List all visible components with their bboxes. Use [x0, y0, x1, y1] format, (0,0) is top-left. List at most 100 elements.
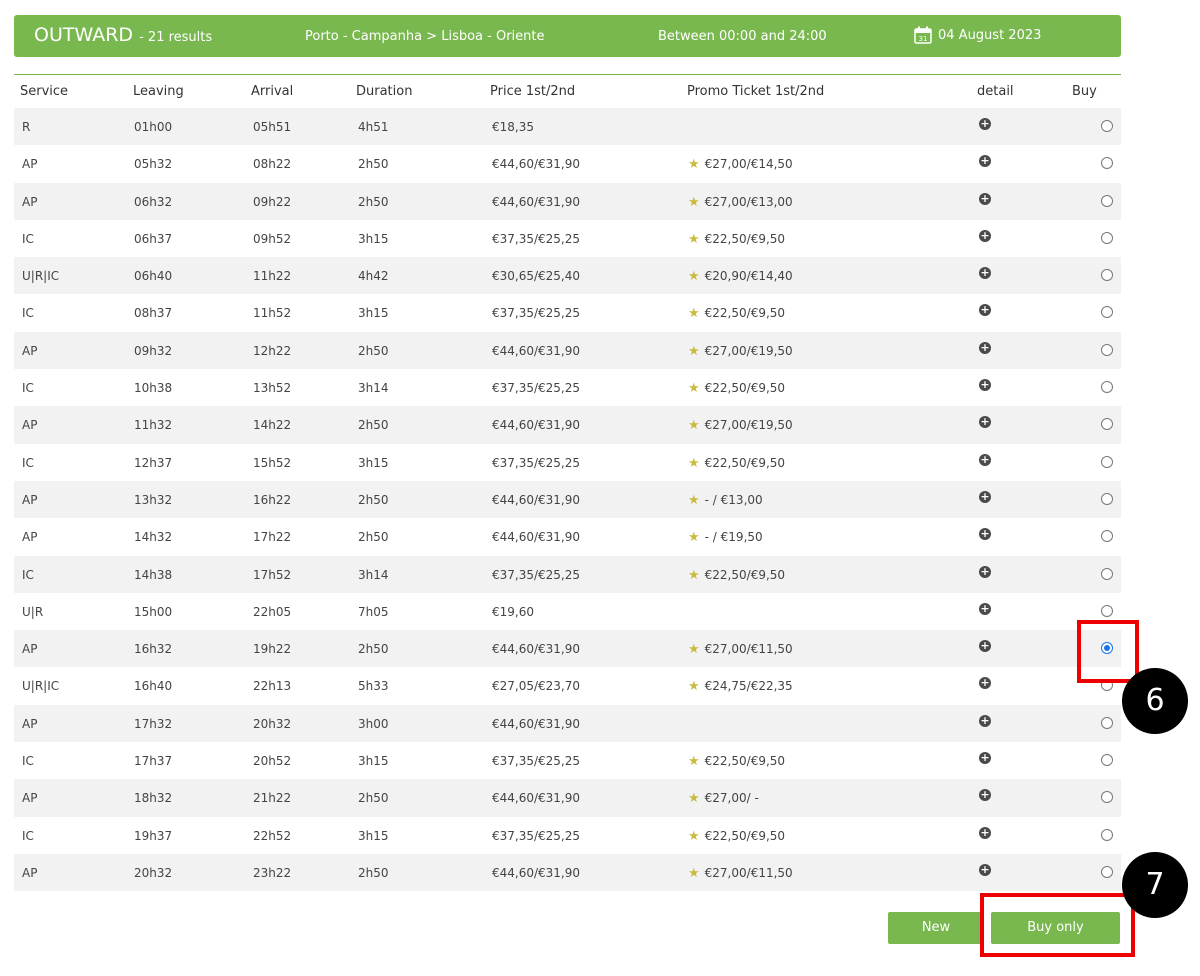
- cell-arrival: 22h05: [253, 604, 292, 619]
- plus-circle-icon[interactable]: +: [979, 416, 991, 429]
- star-icon: ★: [688, 492, 700, 508]
- plus-circle-icon[interactable]: +: [979, 304, 991, 317]
- cell-leaving: 13h32: [134, 492, 173, 507]
- col-price: Price 1st/2nd: [490, 84, 576, 99]
- cell-arrival: 19h22: [253, 642, 292, 657]
- promo-price: €22,50/€9,50: [704, 455, 786, 470]
- plus-circle-icon[interactable]: +: [979, 267, 991, 280]
- cell-arrival: 21h22: [253, 791, 292, 806]
- cell-service: IC: [22, 381, 34, 396]
- col-duration: Duration: [356, 84, 413, 99]
- cell-leaving: 20h32: [134, 865, 173, 880]
- plus-circle-icon[interactable]: +: [979, 155, 991, 168]
- buy-radio[interactable]: [1101, 455, 1113, 468]
- cell-promo: ★ €22,50/€9,50: [688, 456, 785, 471]
- buy-radio[interactable]: [1101, 194, 1113, 207]
- col-buy: Buy: [1072, 84, 1097, 99]
- cell-promo: ★ €24,75/€22,35: [688, 679, 793, 694]
- table-row: AP 16h32 19h22 2h50 €44,60/€31,90 ★ €27,00/€11…: [14, 630, 1121, 668]
- cell-duration: 2h50: [358, 492, 389, 507]
- plus-circle-icon[interactable]: +: [979, 229, 991, 242]
- direction-title: OUTWARD - 21 results: [34, 24, 212, 46]
- plus-circle-icon[interactable]: +: [979, 752, 991, 765]
- star-icon: ★: [688, 343, 700, 359]
- cell-duration: 3h15: [358, 828, 389, 843]
- plus-circle-icon[interactable]: +: [979, 379, 991, 392]
- plus-circle-icon[interactable]: +: [979, 528, 991, 541]
- buy-radio[interactable]: [1101, 716, 1113, 729]
- buy-radio[interactable]: [1101, 157, 1113, 170]
- buy-radio[interactable]: [1101, 306, 1113, 319]
- cell-arrival: 16h22: [253, 492, 292, 507]
- cell-duration: 2h50: [358, 642, 389, 657]
- buy-radio[interactable]: [1101, 343, 1113, 356]
- table-row: IC 19h37 22h52 3h15 €37,35/€25,25 ★ €22,50/€9,…: [14, 817, 1121, 854]
- cell-price: €18,35: [492, 120, 534, 134]
- star-icon: ★: [688, 530, 700, 546]
- plus-circle-icon[interactable]: +: [979, 602, 991, 615]
- cell-duration: 3h15: [358, 455, 389, 470]
- buy-radio[interactable]: [1101, 604, 1113, 617]
- table-row: AP 05h32 08h22 2h50 €44,60/€31,90 ★ €27,00/€14…: [14, 145, 1121, 182]
- plus-circle-icon[interactable]: +: [979, 863, 991, 876]
- table-row: IC 08h37 11h52 3h15 €37,35/€25,25 ★ €22,50/€9,…: [14, 294, 1121, 331]
- cell-promo: ★ €27,00/€14,50: [688, 157, 793, 172]
- buy-radio[interactable]: [1101, 269, 1113, 282]
- buy-radio[interactable]: [1101, 791, 1113, 804]
- promo-price: €27,00/€14,50: [704, 157, 793, 172]
- buy-radio[interactable]: [1101, 492, 1113, 505]
- cell-arrival: 15h52: [253, 455, 292, 470]
- cell-promo: ★ €22,50/€9,50: [688, 381, 785, 396]
- buy-radio[interactable]: [1101, 530, 1113, 543]
- plus-circle-icon[interactable]: +: [979, 677, 991, 690]
- plus-circle-icon[interactable]: +: [979, 341, 991, 354]
- cell-promo: ★ €27,00/€19,50: [688, 418, 793, 433]
- cell-promo: ★ €27,00/€11,50: [688, 866, 793, 881]
- star-icon: ★: [688, 679, 700, 695]
- plus-circle-icon[interactable]: +: [979, 453, 991, 466]
- cell-promo: ★ €22,50/€9,50: [688, 829, 785, 844]
- plus-circle-icon[interactable]: +: [979, 789, 991, 802]
- cell-duration: 3h15: [358, 306, 389, 321]
- buy-radio[interactable]: [1101, 754, 1113, 767]
- new-search-button[interactable]: New search: [888, 912, 984, 967]
- buy-radio[interactable]: [1101, 120, 1113, 132]
- cell-duration: 2h50: [358, 157, 389, 172]
- plus-circle-icon[interactable]: +: [979, 118, 991, 130]
- cell-service: IC: [22, 567, 34, 582]
- buy-radio[interactable]: [1101, 865, 1113, 878]
- cell-leaving: 05h32: [134, 157, 173, 172]
- cell-service: AP: [22, 157, 38, 172]
- cell-service: R: [22, 120, 31, 134]
- cell-duration: 2h50: [358, 865, 389, 880]
- buy-radio[interactable]: [1101, 567, 1113, 580]
- cell-price: €37,35/€25,25: [492, 306, 581, 321]
- buy-radio[interactable]: [1101, 231, 1113, 244]
- plus-circle-icon[interactable]: +: [979, 640, 991, 653]
- cell-leaving: 19h37: [134, 828, 173, 843]
- buy-radio[interactable]: [1101, 418, 1113, 431]
- cell-leaving: 16h32: [134, 642, 173, 657]
- table-row: AP 13h32 16h22 2h50 €44,60/€31,90 ★ - / €13,00…: [14, 480, 1121, 519]
- cell-price: €37,35/€25,25: [492, 231, 581, 246]
- plus-circle-icon[interactable]: +: [979, 565, 991, 578]
- cell-price: €44,60/€31,90: [492, 194, 581, 209]
- buy-radio[interactable]: [1101, 381, 1113, 394]
- promo-price: €22,50/€9,50: [704, 231, 786, 246]
- plus-circle-icon[interactable]: +: [979, 826, 991, 839]
- col-service: Service: [20, 84, 69, 99]
- col-promo: Promo Ticket 1st/2nd: [687, 84, 825, 99]
- table-row: AP 06h32 09h22 2h50 €44,60/€31,90 ★ €27,00/€13…: [14, 182, 1121, 220]
- cell-service: AP: [22, 194, 38, 209]
- cell-leaving: 10h38: [134, 381, 173, 396]
- cell-arrival: 22h13: [253, 679, 292, 694]
- star-icon: ★: [688, 269, 700, 285]
- plus-circle-icon[interactable]: +: [979, 490, 991, 503]
- cell-leaving: 08h37: [134, 306, 173, 321]
- cell-service: U|R|IC: [22, 679, 60, 694]
- plus-circle-icon[interactable]: +: [979, 192, 991, 205]
- buy-radio[interactable]: [1101, 828, 1113, 841]
- cell-arrival: 23h22: [253, 865, 292, 880]
- plus-circle-icon[interactable]: +: [979, 714, 991, 727]
- promo-price: - / €13,00: [704, 492, 763, 507]
